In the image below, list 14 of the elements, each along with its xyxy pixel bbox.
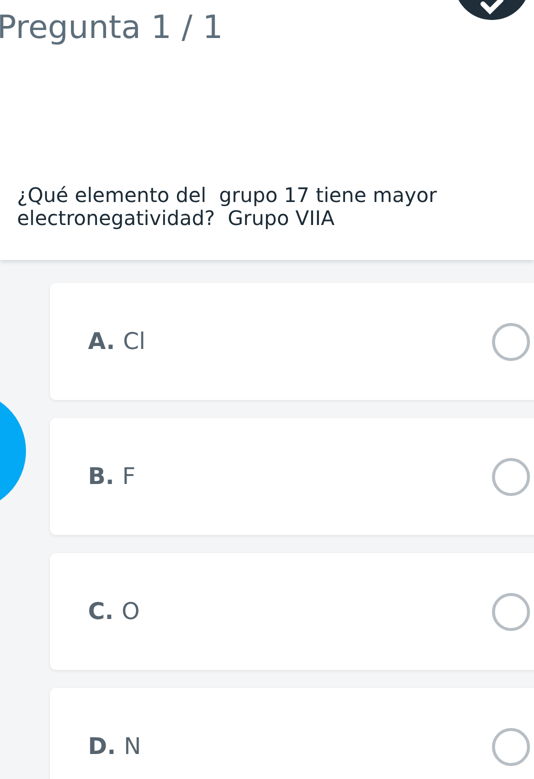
- answer-option[interactable]: C. O: [50, 553, 534, 670]
- option-label: A. Cl: [88, 328, 146, 354]
- radio-button[interactable]: [492, 728, 530, 766]
- option-label: C. O: [88, 598, 141, 624]
- option-label: D. N: [88, 734, 142, 760]
- answer-option[interactable]: A. Cl: [50, 283, 534, 400]
- radio-button[interactable]: [492, 458, 530, 496]
- radio-button[interactable]: [492, 592, 530, 630]
- radio-button[interactable]: [492, 322, 530, 360]
- option-label: B. F: [88, 464, 137, 490]
- question-counter: Pregunta 1 / 1: [0, 7, 223, 46]
- question-text: ¿Qué elemento del grupo 17 tiene mayor electronegatividad? Grupo VIIA: [17, 184, 438, 230]
- answer-option[interactable]: D. N: [50, 688, 534, 779]
- answer-option[interactable]: B. F: [50, 418, 534, 535]
